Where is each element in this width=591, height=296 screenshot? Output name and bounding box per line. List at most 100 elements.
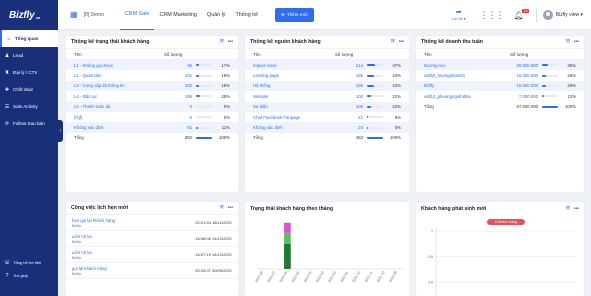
row-count: 453 bbox=[355, 135, 363, 141]
list-item[interactable]: hẹn gọi lại khách hàng Bizfly 22:01:54 18/… bbox=[66, 215, 238, 231]
apps-grid-icon[interactable]: ⋮⋮⋮ bbox=[480, 10, 505, 21]
sidebar-item-4[interactable]: ☰ Sale Activity bbox=[0, 98, 58, 115]
card-new-customers-chart: Khách hàng phát sinh mới ⤧ ••• 1 0.8 0.6 0 K… bbox=[416, 202, 584, 296]
tab-3[interactable]: Thống kê bbox=[230, 0, 262, 30]
progress-bar bbox=[542, 64, 558, 67]
progress-bar bbox=[196, 105, 212, 108]
sidebar-item-3[interactable]: ✚ Chốt đoal bbox=[0, 81, 58, 98]
progress-fill bbox=[367, 95, 371, 98]
task-title[interactable]: hẹn gọi lại khách hàng bbox=[72, 218, 195, 223]
more-icon[interactable]: ••• bbox=[228, 205, 233, 211]
row-percent: 11% bbox=[221, 125, 230, 131]
sidebar-item-0[interactable]: ⌂ Tổng quan bbox=[0, 30, 58, 47]
table-row[interactable]: Import excel 214 47% bbox=[245, 60, 409, 71]
row-percent: 35% bbox=[567, 62, 576, 68]
expand-icon[interactable]: ⤧ bbox=[391, 39, 395, 45]
table-row[interactable]: Chat Facebook Fanpage 21 5% bbox=[245, 112, 409, 122]
plus-icon: ⊕ bbox=[280, 11, 285, 17]
sidebar-bottom-item-0[interactable]: ☏ Tổng hỗ trợ liên bbox=[0, 256, 58, 269]
row-count: 195 bbox=[355, 73, 363, 79]
workspace-switch[interactable]: ➦ Lời đề ▾ bbox=[452, 9, 466, 21]
table-row[interactable]: Tổng 562 100% bbox=[66, 133, 238, 143]
row-percent: 0% bbox=[223, 114, 230, 120]
bar-2022-06-s2[interactable] bbox=[284, 222, 291, 233]
progress-bar bbox=[367, 126, 383, 129]
progress-fill bbox=[367, 105, 371, 108]
card-revenue-stats: Thống kê doanh thu tuần ⤧ ••• Tên Số lượn… bbox=[416, 36, 584, 192]
list-item[interactable]: gọi lại khách hàng Bizfly 20:26:07 30/09/2… bbox=[66, 263, 238, 279]
sidebar-item-1[interactable]: ♟ Lead bbox=[0, 47, 58, 64]
sidebar-collapse-button[interactable]: ‹ bbox=[58, 120, 63, 142]
row-name: Dương Acc bbox=[424, 62, 446, 68]
row-name: Tổng bbox=[424, 104, 434, 110]
sidebar-item-2[interactable]: ♜ Đại lý / CTV bbox=[0, 64, 58, 81]
row-percent: 0% bbox=[223, 104, 230, 110]
table-row[interactable]: (fsjf) 0 0% bbox=[66, 112, 238, 122]
row-percent: 47% bbox=[392, 62, 401, 68]
add-new-button[interactable]: ⊕ Thêm mới bbox=[274, 7, 314, 22]
table-row[interactable]: Website 100 22% bbox=[245, 91, 409, 101]
task-title[interactable]: Liên hệ lại bbox=[72, 234, 195, 239]
logo[interactable]: Bizfly .vn bbox=[0, 0, 58, 30]
list-item[interactable]: Liên hệ lại Bizfly 16:58:06 14/10/2021 bbox=[66, 231, 238, 247]
expand-icon[interactable]: ⤧ bbox=[220, 205, 224, 211]
progress-fill bbox=[542, 105, 558, 108]
table-row[interactable]: L5 - Thanh toán đủ 0 0% bbox=[66, 101, 238, 112]
table-row[interactable]: Tổng 453 100% bbox=[245, 133, 409, 143]
table-row[interactable]: vidl12_phuongngothithia 7.000.000 12% bbox=[416, 91, 584, 101]
expand-icon[interactable]: ⤧ bbox=[566, 39, 570, 45]
avatar[interactable] bbox=[542, 10, 553, 20]
bar-2022-06-s1[interactable] bbox=[284, 232, 291, 244]
table-row[interactable]: L4 - Đặt cọc 195 25% bbox=[66, 91, 238, 101]
table-row[interactable]: vidl50_huongphamthi 15.000.000 26% bbox=[416, 70, 584, 80]
row-percent: 43% bbox=[392, 73, 401, 79]
table-row[interactable]: Bizfly 15.000.000 26% bbox=[416, 80, 584, 92]
more-icon[interactable]: ••• bbox=[574, 39, 579, 45]
table-row[interactable]: L2 - Quan tâm 101 18% bbox=[66, 70, 238, 80]
row-name: Landing page bbox=[253, 73, 280, 79]
bell-icon[interactable]: 🔔︎ 24 bbox=[514, 8, 529, 20]
company-selector[interactable]: [0] Demo bbox=[84, 12, 104, 18]
table-row[interactable]: Landing page 195 43% bbox=[245, 70, 409, 80]
table-row[interactable]: L1 - Không gọi được 96 17% bbox=[66, 60, 238, 71]
user-menu[interactable]: Bizfly view ▾ bbox=[556, 12, 583, 18]
expand-icon[interactable]: ⤧ bbox=[220, 39, 224, 45]
legend-label: 0 Khách hàng bbox=[495, 220, 517, 224]
table-row[interactable]: Không xác định 61 11% bbox=[66, 122, 238, 133]
notification-badge: 24 bbox=[522, 8, 529, 13]
x-tick-label: 2021-10 bbox=[376, 270, 386, 283]
row-percent: 22% bbox=[392, 93, 401, 99]
sidebar-bottom-item-1[interactable]: ? Trợ giúp bbox=[0, 269, 58, 282]
table-row[interactable]: L3 - Cung cấp đủ thông tin 102 18% bbox=[66, 80, 238, 92]
table-row[interactable]: Hệ thống 195 43% bbox=[245, 80, 409, 92]
row-count: 100 bbox=[355, 93, 363, 99]
row-name: Chat Facebook Fanpage bbox=[253, 114, 301, 120]
task-date: 16:58:06 14/10/2021 bbox=[195, 236, 232, 241]
table-row[interactable]: Dương Acc 20.000.000 35% bbox=[416, 60, 584, 71]
expand-icon[interactable]: ⤧ bbox=[566, 206, 570, 212]
table-row[interactable]: Sự kiện 100 22% bbox=[245, 101, 409, 112]
row-percent: 100% bbox=[219, 135, 230, 141]
x-tick-label: 2022-08 bbox=[254, 270, 264, 283]
list-item[interactable]: Liên hệ lại Bizfly 16:57:19 14/10/2021 bbox=[66, 247, 238, 263]
row-count: 61 bbox=[187, 125, 192, 131]
tab-2[interactable]: Quản lý bbox=[202, 0, 231, 30]
progress-fill bbox=[196, 136, 212, 139]
table-row[interactable]: Không xác định 24 5% bbox=[245, 122, 409, 133]
sidebar-item-5[interactable]: ⟳ Follow Sau bán bbox=[0, 115, 58, 132]
progress-bar bbox=[196, 126, 212, 129]
tab-1[interactable]: CRM Marketing bbox=[154, 0, 201, 30]
more-icon[interactable]: ••• bbox=[574, 206, 579, 212]
card-title: Thống kê trạng thái khách hàng bbox=[71, 39, 150, 45]
task-title[interactable]: Liên hệ lại bbox=[72, 250, 195, 255]
row-name: L1 - Không gọi được bbox=[74, 62, 114, 68]
bar-2022-06-s0[interactable] bbox=[284, 244, 291, 269]
table-row[interactable]: Tổng 57.000.000 100% bbox=[416, 102, 584, 112]
sidebar-item-label: Tổng quan bbox=[15, 36, 39, 41]
more-icon[interactable]: ••• bbox=[228, 39, 233, 45]
table-header: Tên Số lượng bbox=[66, 49, 238, 60]
more-icon[interactable]: ••• bbox=[399, 39, 404, 45]
grid-menu-icon[interactable]: ▦ bbox=[70, 10, 78, 19]
task-title[interactable]: gọi lại khách hàng bbox=[72, 266, 195, 271]
tab-0[interactable]: CRM Sale bbox=[119, 0, 155, 30]
